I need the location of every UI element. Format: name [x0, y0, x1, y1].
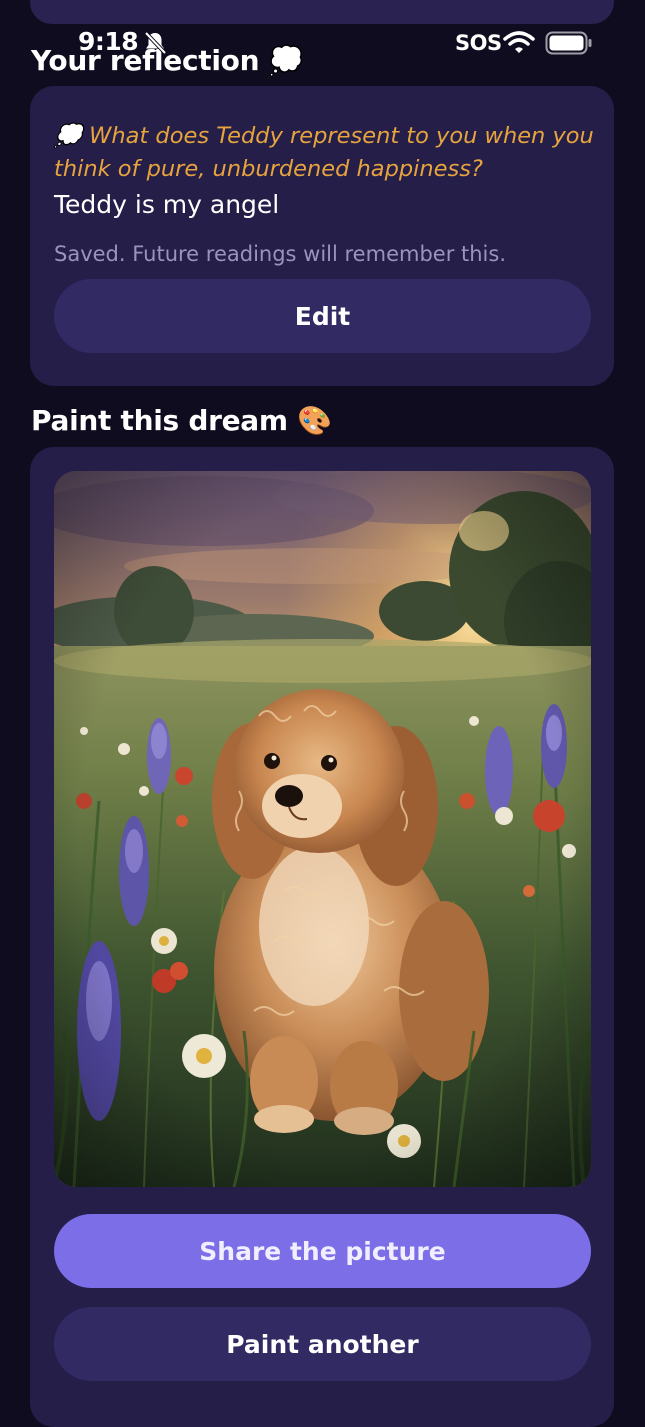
status-time: 9:18 — [78, 27, 139, 56]
edit-button[interactable]: Edit — [54, 279, 591, 353]
reflection-answer: Teddy is my angel — [54, 190, 280, 219]
paint-section-title: Paint this dream 🎨 — [31, 404, 332, 437]
share-picture-button[interactable]: Share the picture — [54, 1214, 591, 1288]
status-sos: SOS — [455, 31, 502, 55]
wifi-icon — [503, 30, 535, 54]
dream-painting[interactable] — [54, 471, 591, 1187]
paint-card: Share the picture Paint another — [30, 447, 614, 1427]
battery-icon — [545, 31, 593, 55]
saved-note: Saved. Future readings will remember thi… — [54, 242, 506, 266]
dream-painting-art — [54, 471, 591, 1187]
reflection-card: 💭 What does Teddy represent to you when … — [30, 86, 614, 386]
paint-another-button[interactable]: Paint another — [54, 1307, 591, 1381]
bell-slash-icon — [142, 30, 168, 56]
reflection-prompt: 💭 What does Teddy represent to you when … — [54, 123, 594, 182]
status-bar: 9:18 SOS — [0, 0, 645, 80]
